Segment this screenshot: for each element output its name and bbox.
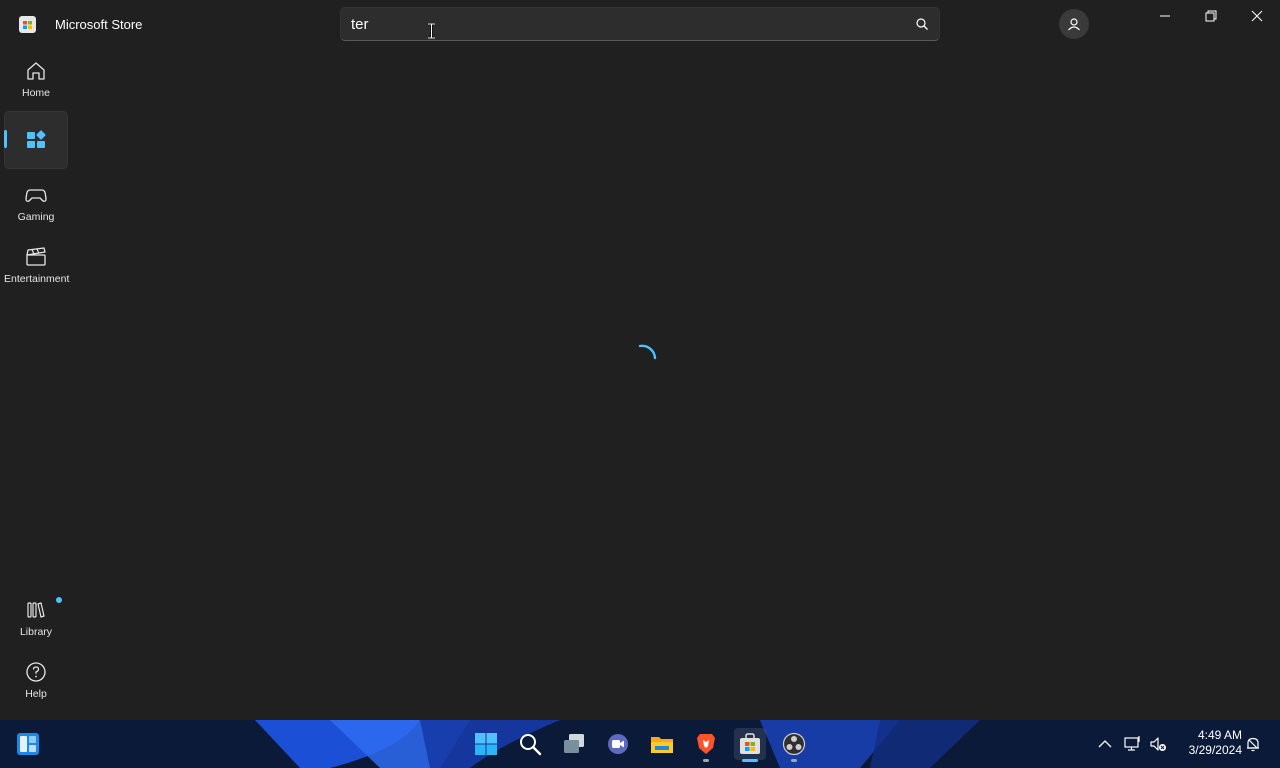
- search-icon: [520, 734, 542, 756]
- chevron-up-icon[interactable]: [1096, 735, 1114, 753]
- library-icon: [27, 602, 45, 618]
- loading-spinner-icon: [638, 344, 657, 360]
- user-icon: [1068, 18, 1080, 31]
- taskbar-brave[interactable]: [690, 728, 722, 762]
- brave-browser-icon: [697, 734, 715, 754]
- taskbar: 4:49 AM 3/29/2024: [0, 720, 1280, 768]
- minimize-icon: [1160, 15, 1170, 17]
- restore-icon: [1205, 10, 1217, 22]
- nav-help-label: Help: [25, 688, 47, 700]
- start-icon: [475, 733, 497, 755]
- app-title: Microsoft Store: [55, 17, 143, 32]
- nav-home-label: Home: [21, 87, 50, 99]
- active-running-indicator: [742, 759, 758, 762]
- notifications-icon[interactable]: [1244, 735, 1262, 753]
- network-icon[interactable]: [1124, 735, 1142, 753]
- taskbar-search[interactable]: [514, 728, 546, 760]
- running-indicator: [703, 759, 709, 762]
- help-icon: [26, 662, 46, 682]
- widgets-icon: [17, 733, 39, 755]
- taskbar-task-view[interactable]: [558, 728, 590, 760]
- title-bar: Microsoft Store: [0, 0, 1280, 48]
- taskbar-start[interactable]: [470, 728, 502, 760]
- task-view-icon: [564, 734, 584, 753]
- active-indicator: [4, 130, 7, 148]
- clock-time: 4:49 AM: [1197, 728, 1242, 742]
- obs-icon: [782, 732, 806, 756]
- nav-library[interactable]: Library: [4, 591, 68, 649]
- notification-dot: [56, 597, 62, 603]
- taskbar-file-explorer[interactable]: [646, 728, 678, 760]
- home-icon: [27, 62, 45, 80]
- close-button[interactable]: [1234, 0, 1280, 32]
- nav-library-label: Library: [19, 626, 53, 638]
- system-clock[interactable]: 4:49 AM 3/29/2024: [1176, 728, 1242, 758]
- nav-entertainment[interactable]: Entertainment: [4, 238, 70, 296]
- volume-muted-icon[interactable]: [1149, 735, 1167, 753]
- search-icon: [916, 18, 928, 30]
- taskbar-meet[interactable]: [602, 728, 634, 760]
- taskbar-widgets[interactable]: [12, 728, 44, 760]
- nav-entertainment-label: Entertainment: [4, 273, 70, 285]
- close-icon: [1251, 10, 1263, 22]
- minimize-button[interactable]: [1142, 0, 1188, 32]
- wallpaper: [0, 720, 1280, 768]
- nav-gaming[interactable]: Gaming: [4, 176, 68, 234]
- text-cursor-icon: [428, 23, 435, 39]
- running-indicator: [791, 759, 797, 762]
- taskbar-microsoft-store[interactable]: [734, 728, 766, 762]
- nav-apps[interactable]: [4, 111, 68, 169]
- clock-date: 3/29/2024: [1188, 743, 1242, 757]
- microsoft-store-icon: [740, 733, 760, 754]
- taskbar-obs[interactable]: [778, 728, 810, 762]
- meet-icon: [608, 734, 628, 754]
- microsoft-store-logo-icon: [19, 16, 36, 33]
- file-explorer-icon: [651, 737, 673, 753]
- search-button[interactable]: [915, 17, 929, 31]
- nav-home[interactable]: Home: [4, 52, 68, 110]
- nav-gaming-label: Gaming: [17, 211, 55, 223]
- restore-button[interactable]: [1188, 0, 1234, 32]
- account-button[interactable]: [1059, 9, 1089, 39]
- apps-icon: [27, 130, 46, 148]
- game-controller-icon: [25, 189, 47, 202]
- clapperboard-icon: [26, 247, 46, 266]
- nav-help[interactable]: Help: [4, 653, 68, 711]
